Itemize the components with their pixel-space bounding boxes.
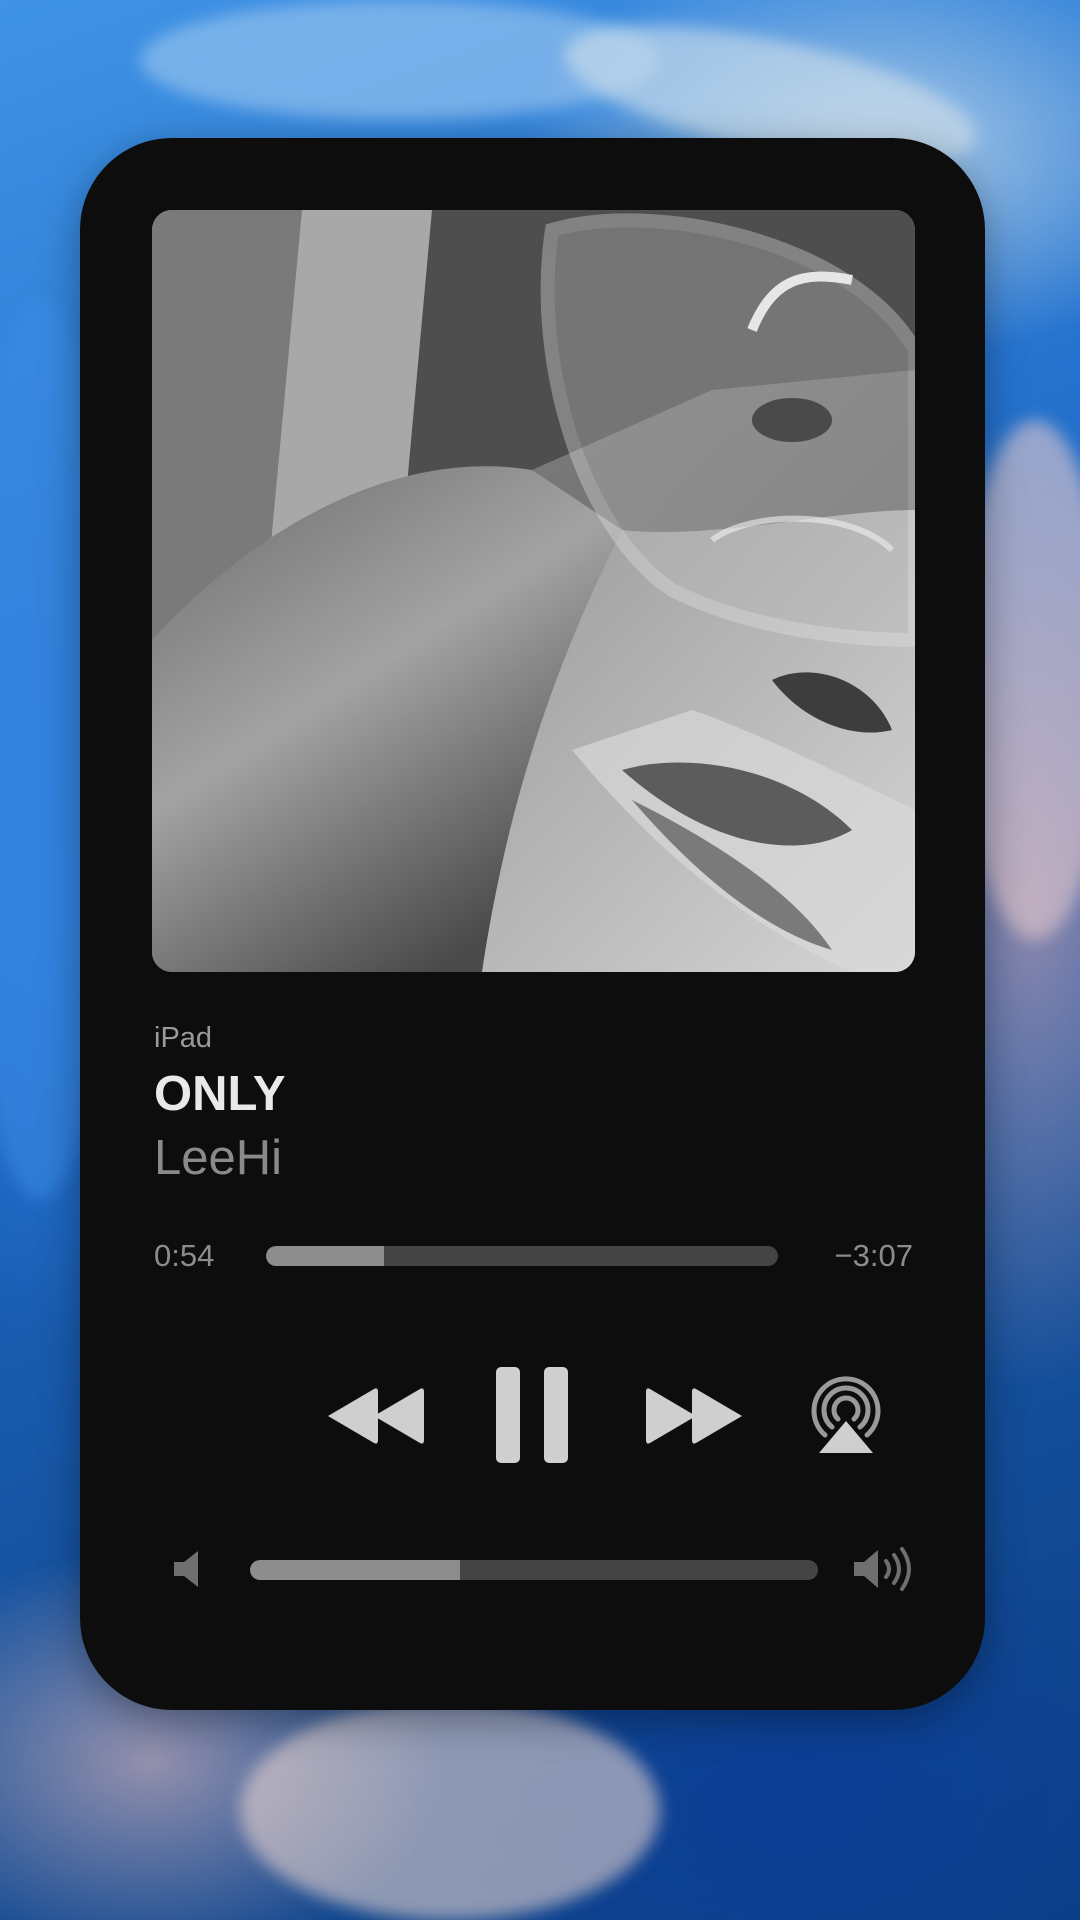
fast-forward-button[interactable] <box>640 1383 746 1449</box>
artist-name: LeeHi <box>154 1131 283 1185</box>
remaining-time: −3:07 <box>834 1238 913 1273</box>
now-playing-card: iPad ONLY LeeHi 0:54 −3:07 <box>80 138 985 1710</box>
rewind-icon <box>328 1388 424 1444</box>
pause-icon <box>496 1367 568 1463</box>
elapsed-time: 0:54 <box>154 1238 215 1273</box>
output-device-label: iPad <box>154 1022 213 1054</box>
airplay-button[interactable] <box>803 1373 889 1455</box>
volume-slider[interactable] <box>250 1560 818 1580</box>
album-artwork <box>152 210 915 972</box>
album-artwork-image <box>152 210 915 972</box>
pause-button[interactable] <box>496 1367 568 1463</box>
speaker-low-icon <box>174 1551 198 1587</box>
track-title: ONLY <box>154 1067 286 1121</box>
speaker-high-icon <box>854 1547 911 1591</box>
fast-forward-icon <box>646 1388 742 1444</box>
progress-slider[interactable] <box>266 1246 778 1266</box>
volume-max-icon-wrap <box>852 1546 914 1592</box>
rewind-button[interactable] <box>324 1383 430 1449</box>
volume-fill <box>250 1560 461 1580</box>
volume-min-icon-wrap <box>170 1548 206 1590</box>
airplay-icon <box>811 1376 881 1453</box>
progress-fill <box>266 1246 384 1266</box>
